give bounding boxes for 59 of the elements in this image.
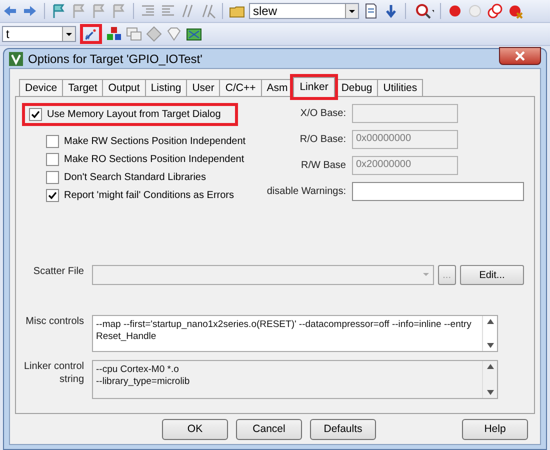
books-icon[interactable] xyxy=(186,26,202,42)
flag-icon[interactable] xyxy=(111,3,127,19)
checkmark-icon xyxy=(31,110,40,119)
scroll-up-icon[interactable] xyxy=(486,319,494,324)
blocks-icon[interactable] xyxy=(106,26,122,42)
close-icon xyxy=(515,51,525,61)
tab[interactable]: Utilities xyxy=(377,79,424,97)
linker-control-line: --cpu Cortex-M0 *.o xyxy=(96,364,180,376)
base-input-field[interactable] xyxy=(352,182,524,201)
tab[interactable]: Target xyxy=(62,79,104,97)
tab[interactable]: C/C++ xyxy=(219,79,262,97)
dialog-button[interactable]: Defaults xyxy=(310,418,376,440)
flag-icon[interactable] xyxy=(91,3,107,19)
checkmark-icon xyxy=(48,191,57,200)
option-checkbox[interactable]: Make RW Sections Position Independent xyxy=(22,135,246,148)
dialog-button[interactable]: Cancel xyxy=(236,418,302,440)
options-button[interactable] xyxy=(80,24,102,44)
tab[interactable]: Linker xyxy=(292,77,336,97)
tab[interactable]: User xyxy=(186,79,220,97)
uncomment-icon[interactable] xyxy=(200,3,216,19)
scroll-down-icon[interactable] xyxy=(486,343,494,348)
field-label: disable Warnings: xyxy=(266,186,346,197)
breakpoint-icon[interactable] xyxy=(447,3,463,19)
close-button[interactable] xyxy=(499,47,541,65)
option-checkbox[interactable]: Use Memory Layout from Target Dialog xyxy=(22,103,238,126)
field-label: Linker control string xyxy=(22,360,84,386)
misc-controls-text: --map --first='startup_nano1x2series.o(RESET)' --datacompressor=off --info=inline --entry Reset_Handle xyxy=(95,318,472,344)
scroll-up-icon[interactable] xyxy=(486,364,494,369)
download-icon[interactable] xyxy=(383,3,399,19)
dialog-button[interactable]: OK xyxy=(162,418,228,440)
option-checkbox[interactable]: Report 'might fail' Conditions as Errors xyxy=(22,189,234,202)
back-arrow-icon[interactable] xyxy=(2,3,18,19)
linker-control-line: --library_type=microlib xyxy=(96,376,191,388)
field-label: X/O Base: xyxy=(299,108,346,120)
dialog-title: Options for Target 'GPIO_IOTest' xyxy=(28,52,204,66)
option-checkbox[interactable]: Don't Search Standard Libraries xyxy=(22,171,206,184)
field-label: Misc controls xyxy=(24,315,84,328)
diamond-icon[interactable] xyxy=(146,26,162,42)
tab[interactable]: Device xyxy=(19,79,64,97)
tab[interactable]: Listing xyxy=(144,79,188,97)
wand-icon xyxy=(84,27,98,41)
field-label: R/W Base xyxy=(300,160,346,171)
flag-icon[interactable] xyxy=(71,3,87,19)
scroll-down-icon[interactable] xyxy=(486,390,494,395)
option-checkbox[interactable]: Make RO Sections Position Independent xyxy=(22,153,244,166)
forward-arrow-icon[interactable] xyxy=(22,3,38,19)
tab[interactable]: Output xyxy=(102,79,146,97)
tab[interactable]: Debug xyxy=(335,79,378,97)
breakpoint-clear-icon[interactable] xyxy=(507,3,523,19)
field-label: R/O Base: xyxy=(298,134,346,146)
app-icon xyxy=(9,52,23,66)
document-icon[interactable] xyxy=(363,3,379,19)
flag-icon[interactable] xyxy=(51,3,67,19)
circles-icon[interactable] xyxy=(487,3,503,19)
toolbar-combo[interactable]: slew xyxy=(249,3,359,19)
dialog-button[interactable]: Help xyxy=(462,418,528,440)
selection-combo[interactable]: t xyxy=(2,26,76,42)
field-label: Scatter File xyxy=(32,265,84,278)
misc-controls-field[interactable]: --map --first='startup_nano1x2series.o(RESET)' --datacompressor=off --info=inline --entry Reset_Handle xyxy=(92,315,498,352)
